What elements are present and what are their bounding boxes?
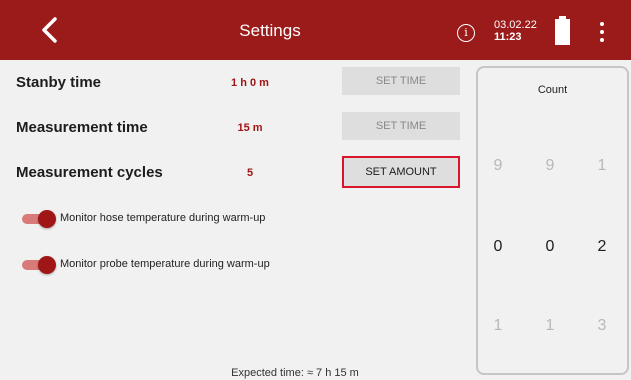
date-text: 03.02.22 [494,19,537,31]
set-standby-time-button[interactable]: SET TIME [342,67,460,95]
digit-above: 9 [493,157,503,174]
info-icon[interactable]: i [457,24,475,42]
digit-above: 9 [545,157,555,174]
standby-time-value: 1 h 0 m [231,77,269,89]
digit-current: 0 [493,238,503,255]
time-text: 11:23 [494,31,522,43]
measurement-cycles-value: 5 [246,167,254,179]
measurement-cycles-label: Measurement cycles [16,164,163,181]
measurement-time-label: Measurement time [16,119,148,136]
hose-temperature-toggle[interactable] [22,210,56,228]
count-picker-panel: Count 9 0 1 9 0 1 1 2 3 [476,66,629,375]
app-bar: Settings i 03.02.22 11:23 [0,0,631,60]
digit-above: 1 [597,157,607,174]
back-button[interactable] [34,14,66,46]
battery-full-icon [555,16,570,45]
probe-temperature-toggle[interactable] [22,256,56,274]
standby-time-label: Stanby time [16,74,102,91]
digit-below: 3 [597,317,607,334]
chevron-left-icon [42,17,57,43]
digit-current: 0 [545,238,555,255]
digit-current: 2 [597,238,607,255]
probe-temperature-label: Monitor probe temperature during warm-up [60,258,270,270]
set-measurement-time-button[interactable]: SET TIME [342,112,460,140]
digit-below: 1 [545,317,555,334]
info-glyph: i [464,26,468,39]
expected-time-text: Expected time: ≈ 7 h 15 m [231,367,359,379]
digit-below: 1 [493,317,503,334]
hose-temperature-label: Monitor hose temperature during warm-up [60,212,266,224]
page-title: Settings [239,21,301,40]
more-vertical-icon[interactable] [596,22,608,42]
datetime-display: 03.02.22 11:23 [494,19,537,43]
measurement-time-value: 15 m [237,122,263,134]
count-title: Count [537,84,568,96]
set-amount-button[interactable]: SET AMOUNT [342,156,460,188]
